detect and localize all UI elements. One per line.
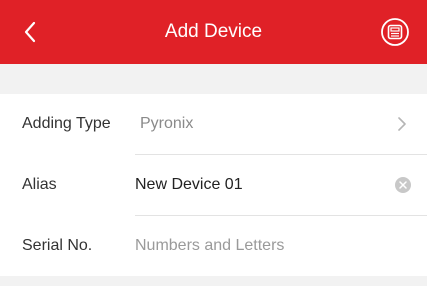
clear-icon[interactable] xyxy=(395,177,411,193)
adding-type-label: Adding Type xyxy=(22,115,111,132)
alias-input[interactable] xyxy=(135,176,427,194)
serial-label: Serial No. xyxy=(22,237,93,254)
chevron-right-icon xyxy=(395,115,409,133)
adding-type-value: Pyronix xyxy=(140,115,194,132)
alias-label: Alias xyxy=(22,176,57,193)
scan-button[interactable] xyxy=(377,14,413,50)
page-title: Add Device xyxy=(164,21,263,42)
adding-type-row[interactable]: Adding Type Pyronix xyxy=(0,94,427,154)
qr-scan-icon xyxy=(381,18,409,46)
bottom-gap xyxy=(0,276,427,286)
header-bar: Add Device xyxy=(0,0,427,64)
section-gap xyxy=(0,64,427,94)
alias-row: Alias xyxy=(22,154,427,215)
serial-row: Serial No. xyxy=(22,215,427,276)
serial-input[interactable] xyxy=(135,237,427,255)
device-form: Adding Type Pyronix Alias Serial No. xyxy=(0,94,427,276)
